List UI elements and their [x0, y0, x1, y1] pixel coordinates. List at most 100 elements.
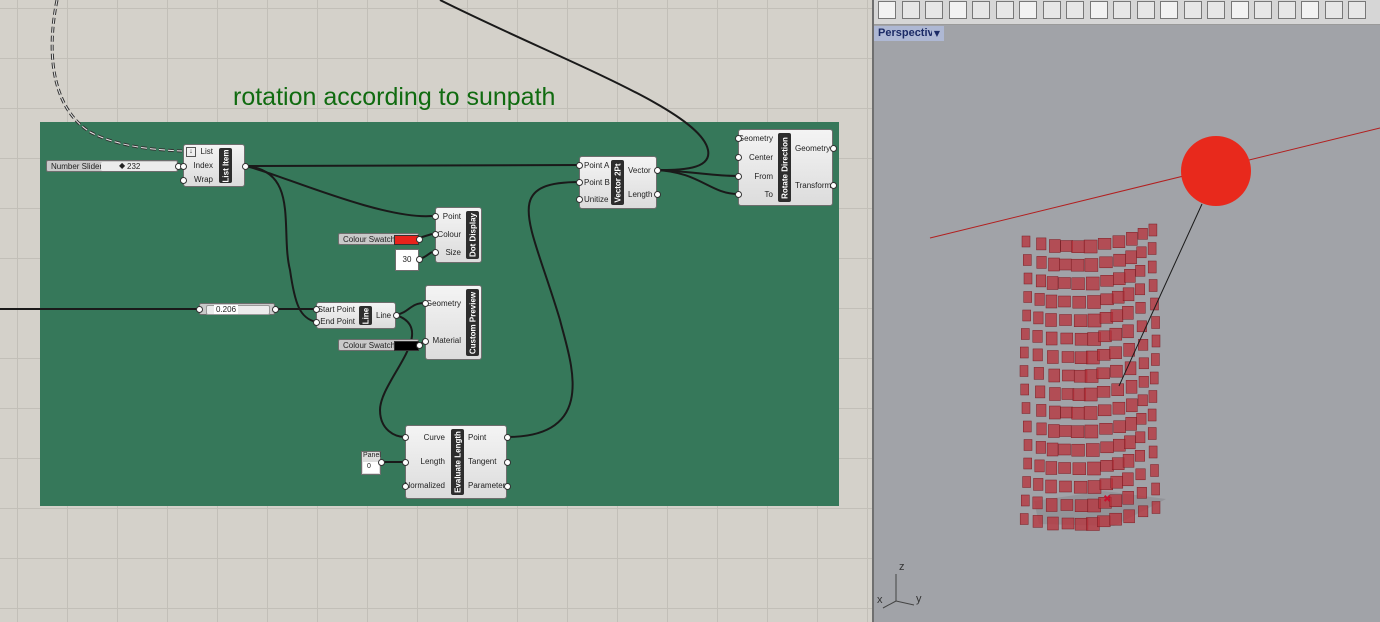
preview-icon[interactable]: [1301, 1, 1319, 19]
number-slider[interactable]: Number Slider ◆ 232: [46, 160, 178, 172]
panel-quad: [1071, 406, 1085, 420]
grasshopper-canvas[interactable]: rotation according to sunpath Number Sli…: [0, 0, 872, 622]
print-icon[interactable]: [1324, 1, 1343, 19]
dot-icon[interactable]: [1113, 1, 1131, 19]
dot-display-component[interactable]: Dot Display Point Colour Size: [435, 207, 482, 263]
port-size-out[interactable]: [416, 256, 423, 263]
port-slider2-out[interactable]: [272, 306, 279, 313]
open-icon[interactable]: [1277, 1, 1296, 19]
panel-quad: [1148, 223, 1158, 237]
geometry-input-label: Geometry: [737, 134, 773, 143]
grid-icon[interactable]: [925, 1, 943, 19]
info-icon[interactable]: [1348, 1, 1366, 19]
layout-icon[interactable]: [1207, 1, 1225, 19]
page-icon[interactable]: [1183, 1, 1202, 19]
port-preview-geometry-in[interactable]: [422, 300, 429, 307]
panel-quad: [1111, 457, 1125, 470]
panel-quad: [1122, 454, 1135, 468]
grid-settings-icon[interactable]: [1089, 1, 1108, 19]
port-swatch-red-out[interactable]: [416, 236, 423, 243]
panel-quad: [1100, 441, 1114, 454]
port-rot-to-in[interactable]: [735, 191, 742, 198]
custom-preview-title: Custom Preview: [468, 291, 477, 354]
vector-2pt-component[interactable]: Vector 2Pt Point A Point B Unitize Vecto…: [579, 156, 657, 209]
new-viewport-icon[interactable]: [901, 1, 920, 19]
axis-y-label: y: [916, 593, 922, 605]
port-rot-transform-out[interactable]: [830, 182, 837, 189]
zoom-icon[interactable]: [1042, 1, 1061, 19]
port-index-in[interactable]: [180, 163, 187, 170]
render-icon[interactable]: [1160, 1, 1178, 19]
port-dot-point-in[interactable]: [432, 213, 439, 220]
two-view-icon[interactable]: [995, 1, 1014, 19]
port-pointB-in[interactable]: [576, 179, 583, 186]
port-swatch-black-out[interactable]: [416, 342, 423, 349]
port-rot-geometry-out[interactable]: [830, 145, 837, 152]
port-end-point-in[interactable]: [313, 319, 320, 326]
panel-quad: [1136, 413, 1147, 425]
custom-preview-component[interactable]: Custom Preview Geometry Material: [425, 285, 482, 360]
port-tangent-out[interactable]: [504, 459, 511, 466]
port-preview-material-in[interactable]: [422, 338, 429, 345]
line-component[interactable]: Line Start Point End Point Line: [316, 302, 396, 329]
viewport-scene[interactable]: ✖: [874, 26, 1380, 622]
panel-quad: [1074, 499, 1089, 512]
port-vector-out[interactable]: [654, 167, 661, 174]
port-point-out[interactable]: [504, 434, 511, 441]
line-title-bar: Line: [359, 306, 372, 325]
panel-quad: [1046, 276, 1059, 290]
panel-quad: [1058, 277, 1071, 289]
rotate-direction-component[interactable]: Rotate Direction Geometry Center From To…: [738, 129, 833, 206]
rotate-direction-title-bar: Rotate Direction: [778, 133, 791, 202]
material-icon[interactable]: [1136, 1, 1155, 19]
port-parameter-out[interactable]: [504, 483, 511, 490]
three-view-icon[interactable]: [972, 1, 990, 19]
capture-icon[interactable]: [1230, 1, 1249, 19]
table-grid-icon[interactable]: [1019, 1, 1037, 19]
port-wrap-in[interactable]: [180, 177, 187, 184]
list-item-title-bar: List Item: [219, 148, 232, 183]
panel-quad: [1072, 462, 1086, 475]
port-length-out[interactable]: [654, 191, 661, 198]
list-toggle-icon[interactable]: ↓: [186, 147, 196, 157]
port-length-in[interactable]: [402, 459, 409, 466]
colour-swatch-red[interactable]: Colour Swatch: [338, 233, 419, 245]
number-slider-2-value: 0.206: [214, 305, 239, 314]
number-slider-2[interactable]: 0.206: [199, 303, 275, 315]
panel-quad: [1097, 515, 1111, 528]
panel-quad: [1122, 306, 1134, 320]
port-rot-from-in[interactable]: [735, 173, 742, 180]
port-rot-center-in[interactable]: [735, 154, 742, 161]
panel-quad: [1138, 376, 1149, 388]
port-panel-out[interactable]: [378, 459, 385, 466]
port-normalized-in[interactable]: [402, 483, 409, 490]
port-list-out[interactable]: [242, 163, 249, 170]
port-curve-in[interactable]: [402, 434, 409, 441]
port-dot-colour-in[interactable]: [432, 231, 439, 238]
bake-icon[interactable]: [1254, 1, 1272, 19]
port-start-point-in[interactable]: [313, 306, 320, 313]
panel-value-box[interactable]: 0: [363, 462, 379, 473]
port-left-in[interactable]: [196, 306, 203, 313]
port-unitize-in[interactable]: [576, 196, 583, 203]
panel-quad: [1035, 274, 1046, 288]
to-input-label: To: [764, 190, 773, 199]
port-pointA-in[interactable]: [576, 162, 583, 169]
panel-quad: [1060, 332, 1074, 345]
wire-line-curve: [378, 314, 413, 438]
rhino-viewport[interactable]: Perspective ▼ ✖ z x y: [872, 0, 1380, 622]
panel-quad: [1113, 253, 1126, 267]
port-rot-geometry-in[interactable]: [735, 135, 742, 142]
viewport-layout-icon[interactable]: [878, 1, 896, 19]
list-item-component[interactable]: List Item ↓ List Index Wrap: [183, 144, 245, 187]
panel-quad: [1074, 517, 1089, 531]
origin-marker-icon: ✖: [1103, 494, 1111, 505]
port-dot-size-in[interactable]: [432, 249, 439, 256]
colour-swatch-black[interactable]: Colour Swatch: [338, 339, 419, 351]
zoom-extents-icon[interactable]: [1066, 1, 1084, 19]
port-line-out[interactable]: [393, 312, 400, 319]
evaluate-length-component[interactable]: Evaluate Length Curve Length Normalized …: [405, 425, 507, 499]
four-view-icon[interactable]: [948, 1, 967, 19]
pointB-input-label: Point B: [584, 178, 610, 187]
slider-grip-icon[interactable]: ◆: [119, 161, 125, 170]
